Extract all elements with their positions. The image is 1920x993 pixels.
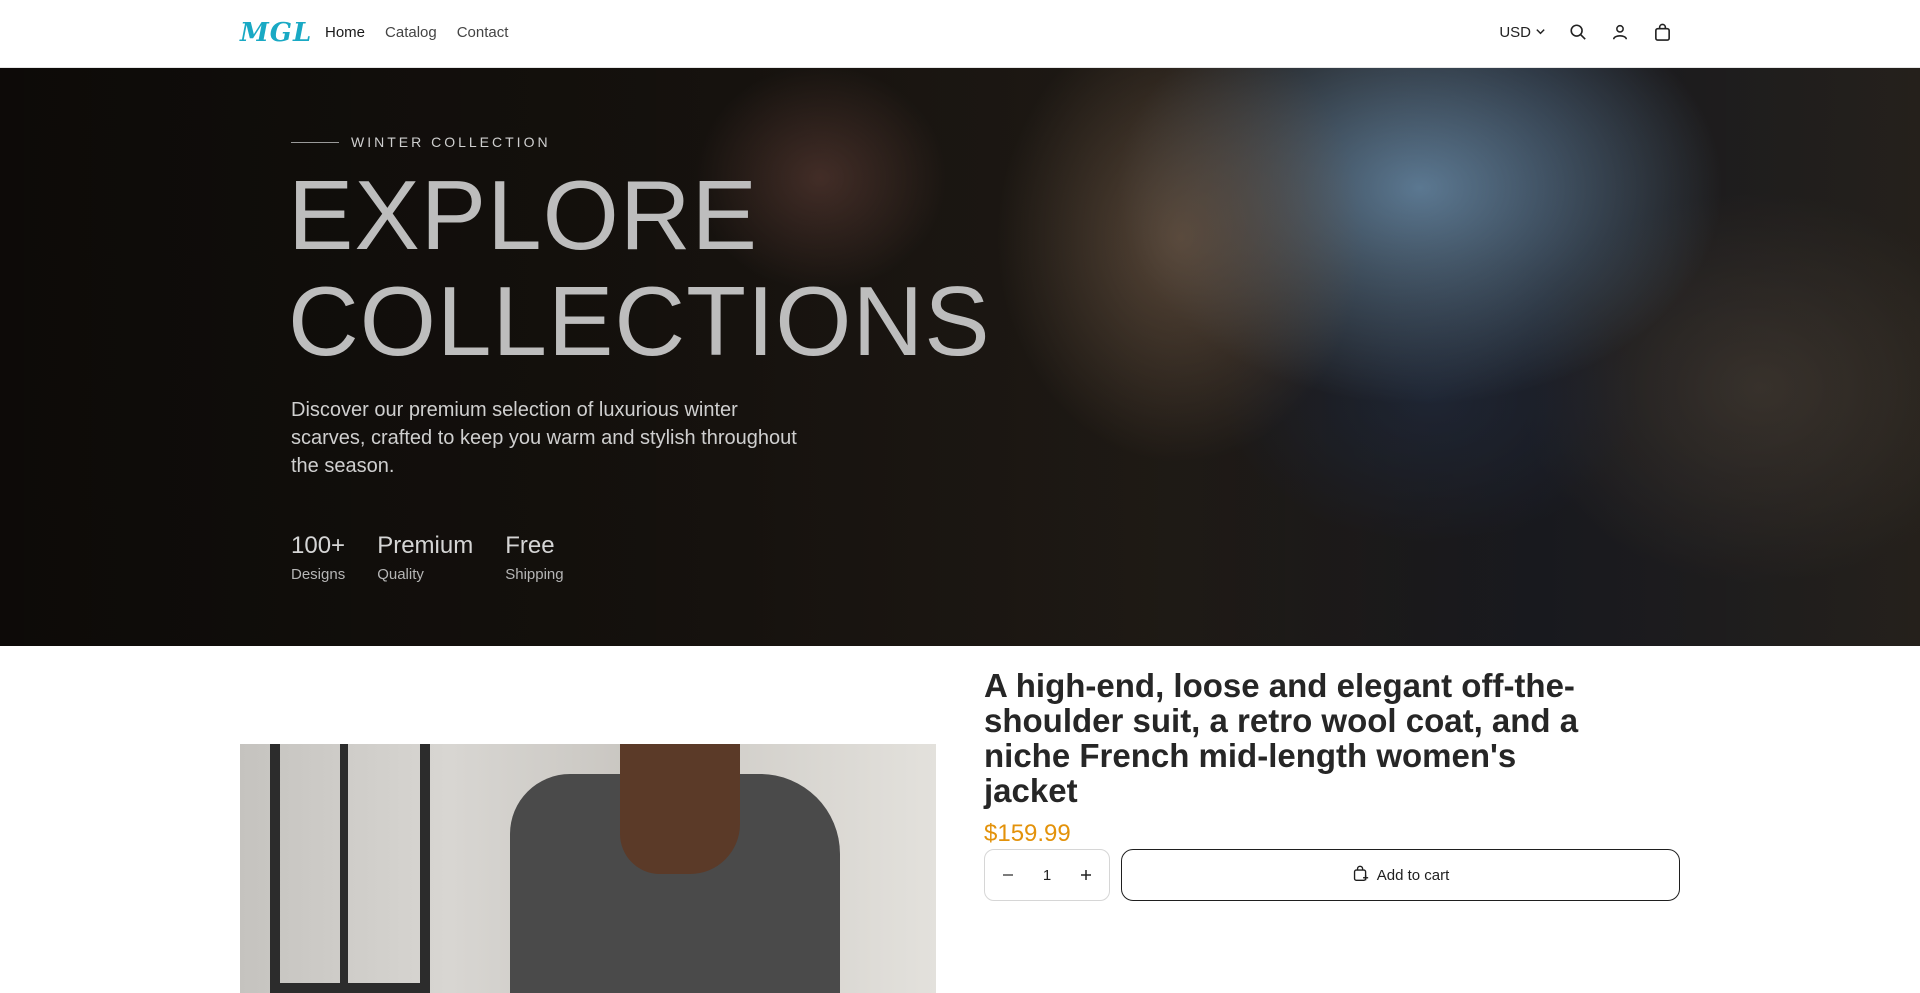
search-icon[interactable] — [1568, 22, 1588, 42]
stat-value: 100+ — [291, 532, 346, 559]
currency-selector[interactable]: USD — [1499, 24, 1546, 41]
stat-shipping: Free Shipping — [505, 532, 563, 583]
stat-quality: Premium Quality — [377, 532, 473, 583]
add-to-cart-button[interactable]: Add to cart — [1121, 849, 1680, 901]
nav-catalog[interactable]: Catalog — [385, 24, 437, 41]
logo[interactable]: MGL — [240, 18, 312, 48]
plus-icon — [1080, 869, 1091, 880]
stat-value: Free — [505, 532, 555, 559]
buy-row: 1 Add to cart — [984, 849, 1680, 901]
cart-bag-icon[interactable] — [1652, 22, 1672, 42]
decrease-quantity-button[interactable] — [996, 865, 1020, 886]
header-actions: USD — [1499, 22, 1672, 42]
stat-value: Premium — [377, 532, 474, 559]
nav-contact[interactable]: Contact — [457, 24, 509, 41]
quantity-stepper: 1 — [984, 849, 1110, 901]
stat-label: Shipping — [505, 566, 564, 583]
add-to-cart-label: Add to cart — [1376, 866, 1450, 884]
main-nav: Home Catalog Contact — [325, 24, 508, 41]
stat-label: Designs — [291, 566, 346, 583]
nav-home[interactable]: Home — [325, 24, 365, 41]
hero-title: EXPLORE COLLECTIONS — [288, 162, 991, 374]
stat-designs: 100+ Designs — [291, 532, 345, 583]
cart-add-icon — [1352, 865, 1369, 886]
currency-label: USD — [1499, 23, 1531, 41]
site-header: MGL Home Catalog Contact USD — [0, 0, 1920, 68]
hero-description: Discover our premium selection of luxuri… — [291, 399, 797, 477]
eyebrow-divider — [291, 141, 339, 143]
hero-title-line1: EXPLORE — [288, 160, 758, 270]
increase-quantity-button[interactable] — [1074, 865, 1098, 886]
minus-icon — [1003, 873, 1014, 876]
account-icon[interactable] — [1610, 22, 1630, 42]
hero-banner: WINTER COLLECTION EXPLORE COLLECTIONS Di… — [0, 68, 1920, 646]
hero-stats: 100+ Designs Premium Quality Free Shippi… — [291, 532, 564, 583]
eyebrow-text: WINTER COLLECTION — [351, 134, 551, 150]
hero-eyebrow: WINTER COLLECTION — [291, 134, 551, 150]
product-price: $159.99 — [984, 820, 1071, 847]
product-title: A high-end, loose and elegant off-the-sh… — [984, 667, 1579, 809]
product-image[interactable] — [240, 744, 936, 993]
chevron-down-icon — [1535, 24, 1546, 41]
hero-title-line2: COLLECTIONS — [288, 266, 991, 376]
product-info: A high-end, loose and elegant off-the-sh… — [984, 667, 1680, 901]
stat-label: Quality — [377, 566, 424, 583]
quantity-value[interactable]: 1 — [1043, 867, 1051, 884]
hair-shape — [620, 744, 740, 874]
background-window — [270, 744, 430, 993]
